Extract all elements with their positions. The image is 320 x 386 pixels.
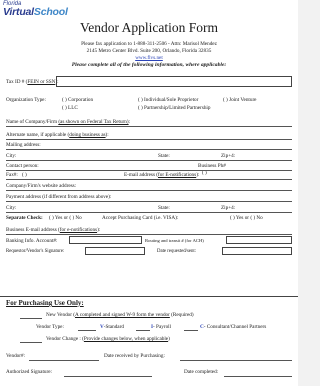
payment-address-line[interactable] <box>6 201 292 202</box>
vendor-change-label: Vendor Change : (Provide changes below, … <box>46 336 170 342</box>
mailing-address-line[interactable] <box>6 149 292 150</box>
new-vendor-label: New Vendor (A completed and signed W-9 f… <box>46 312 194 318</box>
fax-instructions: Please fax application to 1-888-311-2506… <box>81 41 217 47</box>
date-received-line[interactable] <box>180 360 292 361</box>
date-requested-field[interactable] <box>222 247 292 255</box>
separate-check-label: Separate Check: <box>6 215 43 221</box>
alternate-name-line[interactable] <box>6 139 292 140</box>
business-email-label: Business E-mail address (for e-notificat… <box>6 227 101 233</box>
authorized-signature-label: Authorized Signature: <box>6 369 52 375</box>
date-completed-label: Date completed: <box>184 369 219 375</box>
vendor-type-i-line[interactable] <box>136 330 150 331</box>
company-name-label: Name of Company/Firm (as shown on Federa… <box>6 119 131 125</box>
org-corporation-option[interactable]: ( ) Corporation <box>62 97 93 103</box>
payment-address-label: Payment address (if different from addre… <box>6 194 112 200</box>
mailing-address-label: Mailing address: <box>6 142 41 148</box>
website-line[interactable] <box>6 190 292 191</box>
tax-id-field[interactable] <box>56 76 292 87</box>
zip-label: Zip+4: <box>221 153 236 159</box>
date-requested-label: Date requested/sent: <box>157 249 197 254</box>
logo-school: School <box>33 6 68 18</box>
date-received-label: Date received by Purchasing: <box>104 353 165 359</box>
purchasing-title: For Purchasing Use Only: <box>6 299 84 307</box>
address-line: 2145 Metro Center Blvd. Suite 200, Orlan… <box>86 48 212 54</box>
routing-label: Routing and transit # (for ACH) <box>145 238 204 243</box>
new-vendor-check-line[interactable] <box>20 318 42 319</box>
business-email-line[interactable] <box>6 234 292 235</box>
org-type-label: Organization Type: <box>6 97 46 103</box>
contact-line[interactable] <box>6 170 292 171</box>
vendor-number-label: Vendor#: <box>6 353 26 359</box>
vendor-type-label: Vendor Type: <box>36 324 64 330</box>
requestor-signature-label: Requestor/Vendor's Signature: <box>6 249 65 254</box>
org-partnership-option[interactable]: ( ) Partnership/Limited Partnership <box>138 105 210 111</box>
contact-person-label: Contact person: <box>6 163 39 169</box>
authorized-signature-line[interactable] <box>64 376 152 377</box>
state-label: State: <box>158 153 170 159</box>
email-label: E-mail address (for E-notifications): <box>124 172 200 178</box>
company-name-line[interactable] <box>6 126 292 127</box>
city-state-zip-line[interactable] <box>6 160 292 161</box>
date-completed-line[interactable] <box>224 376 292 377</box>
vendor-type-standard[interactable]: V-Standard <box>100 324 124 330</box>
requestor-signature-field[interactable] <box>85 247 145 255</box>
website-link[interactable]: www.flvs.net <box>0 55 298 61</box>
routing-number-field[interactable] <box>226 236 292 244</box>
city-label: City: <box>6 153 17 159</box>
org-llc-option[interactable]: ( ) LLC <box>62 105 78 111</box>
vendor-type-payroll[interactable]: I- Payroll <box>151 324 171 330</box>
logo-virtual: Virtual <box>3 6 34 18</box>
vendor-type-consultant[interactable]: C- Consultant/Channel Partners <box>200 324 266 330</box>
purchasing-card-options[interactable]: ( ) Yes or ( ) No <box>230 215 263 221</box>
payment-state-label: State: <box>158 205 170 211</box>
payment-city-line[interactable] <box>6 212 292 213</box>
logo: VirtualSchool <box>3 6 68 18</box>
completion-notice: Please complete all of the following inf… <box>71 62 227 68</box>
vendor-type-v-line[interactable] <box>78 330 96 331</box>
vendor-number-line[interactable] <box>29 360 99 361</box>
alternate-name-label: Alternate name, if applicable (doing bus… <box>6 132 109 138</box>
vendor-change-check-line[interactable] <box>20 342 42 343</box>
page-title: Vendor Application Form <box>80 20 218 35</box>
payment-city-label: City: <box>6 205 17 211</box>
vendor-form-page: Florida VirtualSchool Vendor Application… <box>0 0 298 386</box>
banking-account-label: Banking Info. Account#: <box>6 238 58 244</box>
tax-id-label: Tax ID # (FEIN or SSN): <box>6 79 59 85</box>
org-individual-option[interactable]: ( ) Individual/Sole Proprietor <box>138 97 198 103</box>
fax-email-line[interactable] <box>6 179 292 180</box>
separate-check-options[interactable]: ( ) Yes or ( ) No <box>49 215 82 221</box>
payment-zip-label: Zip+4: <box>221 205 236 211</box>
website-label: Company/Firm's website address: <box>6 183 77 189</box>
fax-parens[interactable]: ( ) <box>22 172 27 178</box>
purchasing-card-label: Accept Purchasing Card (i.e. VISA): <box>102 215 179 221</box>
fax-label: Fax#: <box>6 172 18 178</box>
vendor-type-c-line[interactable] <box>184 330 198 331</box>
org-joint-venture-option[interactable]: ( ) Joint Venture <box>223 97 256 103</box>
account-number-field[interactable] <box>69 236 142 244</box>
business-phone-label: Business Ph# <box>198 163 226 169</box>
